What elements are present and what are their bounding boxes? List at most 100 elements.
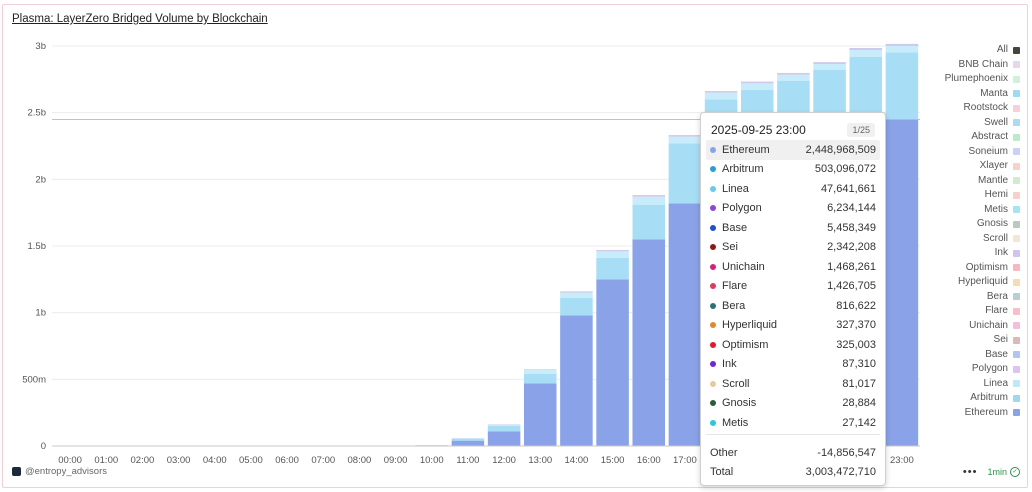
legend-label: Ink [994,247,1008,258]
bar-segment [668,135,702,137]
tooltip-row: Ink 87,310 [706,355,880,375]
tooltip-row: Gnosis 28,884 [706,394,880,414]
tooltip-series-value: 1,426,705 [827,280,876,293]
legend-item[interactable]: Bera [900,290,1020,305]
tooltip-row: Sei 2,342,208 [706,238,880,258]
tooltip-series-value: 503,096,072 [814,163,876,176]
tooltip-row: Unichain 1,468,261 [706,257,880,277]
legend-item[interactable]: Manta [900,87,1020,102]
tooltip-series-name: Flare [722,280,748,293]
bar-segment [813,64,846,70]
legend-label: Hyperliquid [957,276,1008,287]
tooltip-row: Polygon 6,234,144 [706,199,880,219]
tooltip-series-name: Metis [722,416,749,429]
more-options-icon[interactable]: ••• [963,466,978,478]
legend-label: Hemi [984,189,1008,200]
tooltip-rows: Ethereum 2,448,968,509 Arbitrum 503,096,072… [706,140,880,433]
legend-swatch [1013,191,1020,199]
legend-item[interactable]: Ethereum [900,406,1020,421]
tooltip-row: Base 5,458,349 [706,218,880,238]
bar-segment [560,298,593,316]
tooltip-other-row: Other -14,856,547 [706,443,880,463]
bar-segment [777,72,810,75]
bar-segment [596,279,629,446]
x-tick-label: 17:00 [673,455,697,466]
bar-segment [632,239,666,446]
legend-item[interactable]: All [900,43,1020,58]
tooltip-row: Bera 816,622 [706,296,880,316]
legend-item[interactable]: Arbitrum [900,391,1020,406]
legend-item[interactable]: Xlayer [900,159,1020,174]
legend-swatch [1013,75,1020,83]
legend-item[interactable]: BNB Chain [900,58,1020,73]
tooltip-series-value: 6,234,144 [827,202,876,215]
tooltip-row: Flare 1,426,705 [706,277,880,297]
legend-item[interactable]: Abstract [900,130,1020,145]
x-tick-label: 04:00 [203,455,227,466]
series-dot-icon [710,263,716,270]
bar-segment [487,431,521,446]
legend-item[interactable]: Plumephoenix [900,72,1020,87]
legend-item[interactable]: Hemi [900,188,1020,203]
tooltip-series-name: Scroll [722,377,750,390]
legend-swatch [1013,264,1020,272]
series-dot-icon [710,322,716,329]
legend-item[interactable]: Flare [900,304,1020,319]
bar-segment [849,50,883,57]
bar-segment [451,440,485,446]
legend-item[interactable]: Hyperliquid [900,275,1020,290]
series-dot-icon [710,341,716,348]
legend-item[interactable]: Ink [900,246,1020,261]
tooltip-series-name: Arbitrum [722,163,764,176]
legend-label: Sei [993,334,1008,345]
legend-item[interactable]: Optimism [900,261,1020,276]
legend-label: Metis [984,203,1008,215]
tooltip-series-value: 81,017 [842,377,876,390]
bar-segment [849,48,883,50]
legend-swatch [1013,293,1020,301]
legend-label: Xlayer [979,160,1008,171]
bar-segment [523,383,557,446]
legend-item[interactable]: Scroll [900,232,1020,247]
y-tick-label: 500m [22,374,46,385]
legend-label: Unichain [969,319,1008,331]
y-tick-label: 1.5b [28,241,47,252]
legend-item[interactable]: Base [900,348,1020,363]
legend-item[interactable]: Polygon [900,362,1020,377]
legend-item[interactable]: Rootstock [900,101,1020,116]
tooltip-series-value: 2,342,208 [827,241,876,254]
series-dot-icon [710,419,716,426]
x-tick-label: 06:00 [275,455,299,466]
legend-swatch [1013,394,1020,402]
bar-segment [560,291,593,293]
legend-swatch [1013,119,1020,127]
tooltip-series-name: Ethereum [722,143,770,156]
bar-segment [740,83,774,90]
hover-tooltip: 2025-09-25 23:00 1/25 Ethereum 2,448,968,… [700,112,886,486]
legend-item[interactable]: Gnosis [900,217,1020,232]
legend-item[interactable]: Unichain [900,319,1020,334]
legend-item[interactable]: Swell [900,116,1020,131]
legend-item[interactable]: Linea [900,377,1020,392]
legend-swatch [1013,351,1020,359]
y-tick-label: 2b [35,174,46,185]
legend-item[interactable]: Metis [900,203,1020,218]
legend-label: Rootstock [963,102,1008,113]
bar-segment [632,204,666,240]
refresh-interval-label[interactable]: 1min [987,467,1007,477]
tooltip-series-name: Base [722,221,748,234]
series-dot-icon [710,283,716,290]
author-attribution[interactable]: @entropy_advisors [12,466,107,477]
legend-label: Soneium [968,145,1008,157]
bar-segment [632,196,666,205]
legend-item[interactable]: Soneium [900,145,1020,160]
bar-segment [596,250,629,252]
legend-label: Gnosis [976,218,1008,229]
author-name: @entropy_advisors [25,466,107,477]
legend-swatch [1013,380,1020,388]
legend-item[interactable]: Mantle [900,174,1020,189]
legend-item[interactable]: Sei [900,333,1020,348]
x-tick-label: 01:00 [94,455,118,466]
legend-label: BNB Chain [958,58,1008,70]
series-dot-icon [710,302,716,309]
